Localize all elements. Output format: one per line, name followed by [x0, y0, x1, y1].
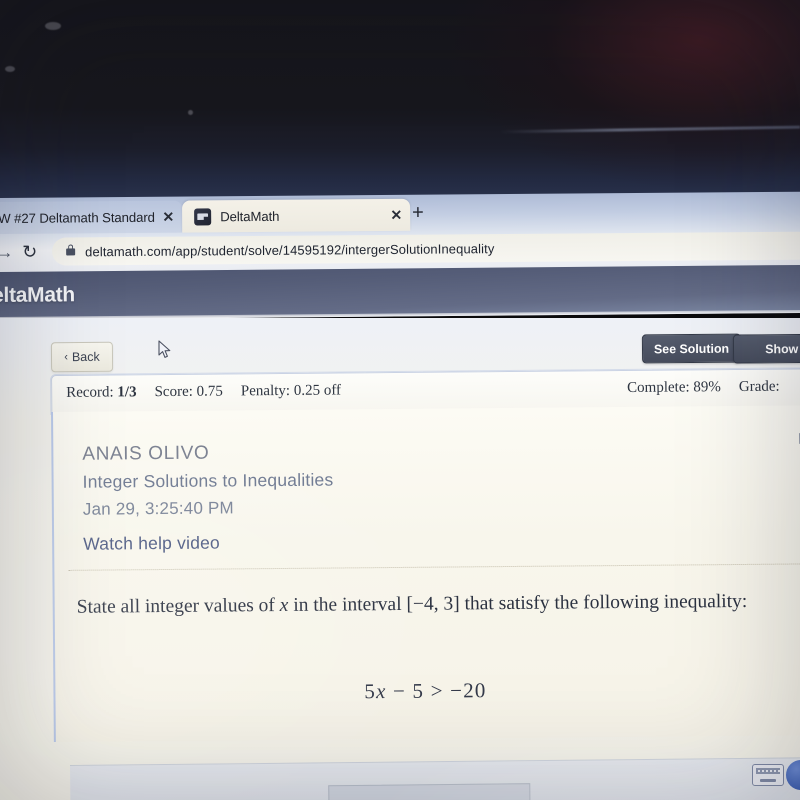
status-right-group: Complete: 89% Grade:: [627, 379, 780, 397]
complete-value: 89%: [693, 379, 721, 396]
grade-label: Grade:: [738, 378, 780, 395]
penalty-value: 0.25 off: [293, 382, 342, 399]
score-value: 0.75: [196, 383, 223, 400]
question-mark-icon[interactable]: ?: [794, 417, 800, 499]
assignment-title: Integer Solutions to Inequalities: [82, 469, 334, 492]
problem-card: ANAIS OLIVO Integer Solutions to Inequal…: [51, 405, 800, 742]
score-label: Score:: [154, 383, 193, 401]
equation-remainder: − 5 > −20: [386, 678, 487, 704]
bezel-glint: [499, 125, 800, 134]
problem-prompt: State all integer values of x in the int…: [77, 586, 787, 624]
bezel-speck: [5, 66, 15, 72]
app-logo[interactable]: eltaMath: [0, 283, 75, 308]
forward-icon[interactable]: →: [0, 243, 13, 263]
record-value: 1/3: [117, 384, 137, 401]
bezel-speck: [188, 110, 193, 115]
mouse-cursor: [158, 340, 171, 358]
see-solution-button[interactable]: See Solution: [641, 333, 742, 364]
answer-panel[interactable]: [70, 757, 800, 800]
prompt-part-2: in the interval [−4, 3] that satisfy the…: [288, 590, 748, 616]
record-label: Record:: [66, 384, 114, 401]
equation-variable: x: [375, 679, 387, 704]
penalty-label: Penalty:: [240, 382, 291, 400]
show-example-button[interactable]: Show Exam: [732, 333, 800, 364]
status-left-group: Record: 1/3 Score: 0.75 Penalty: 0.25 off: [66, 382, 341, 401]
bezel-speck: [45, 22, 61, 30]
lock-icon: [66, 247, 76, 255]
monitor-bezel: [0, 0, 800, 206]
keyboard-icon[interactable]: [752, 764, 784, 786]
prompt-part-1: State all integer values of: [76, 595, 280, 618]
app-header-bar: [0, 264, 800, 320]
url-input[interactable]: deltamath.com/app/student/solve/14595192…: [52, 231, 800, 266]
equation-coefficient: 5: [364, 679, 377, 704]
browser-tab-1[interactable]: W #27 Deltamath Standard forn ✕: [0, 200, 183, 235]
browser-tab-2[interactable]: DeltaMath ✕: [182, 198, 411, 233]
back-button[interactable]: ‹ Back: [50, 341, 114, 373]
screenshot-root: W #27 Deltamath Standard forn ✕ DeltaMat…: [0, 0, 800, 800]
url-text: deltamath.com/app/student/solve/14595192…: [85, 240, 495, 259]
tab-title: DeltaMath: [220, 208, 280, 224]
complete-label: Complete:: [627, 379, 690, 396]
divider: [68, 563, 800, 571]
chevron-left-icon: ‹: [64, 350, 68, 363]
timestamp: Jan 29, 3:25:40 PM: [82, 498, 234, 519]
student-name: ANAIS OLIVO: [82, 442, 210, 465]
deltamath-favicon-icon: [194, 207, 212, 225]
new-tab-button[interactable]: +: [412, 202, 424, 224]
close-icon[interactable]: ✕: [162, 209, 174, 225]
answer-input-area[interactable]: [328, 783, 531, 800]
prompt-variable: x: [279, 594, 289, 617]
tab-title: W #27 Deltamath Standard forn: [0, 209, 156, 226]
page-body: ‹ Back See Solution Show Exam Record: 1/…: [0, 318, 800, 800]
problem-equation: 5x − 5 > −20: [55, 676, 795, 707]
reload-icon[interactable]: ↻: [22, 242, 37, 263]
back-button-label: Back: [71, 349, 100, 365]
close-icon[interactable]: ✕: [390, 207, 402, 223]
watch-help-video-link[interactable]: Watch help video: [83, 533, 220, 555]
